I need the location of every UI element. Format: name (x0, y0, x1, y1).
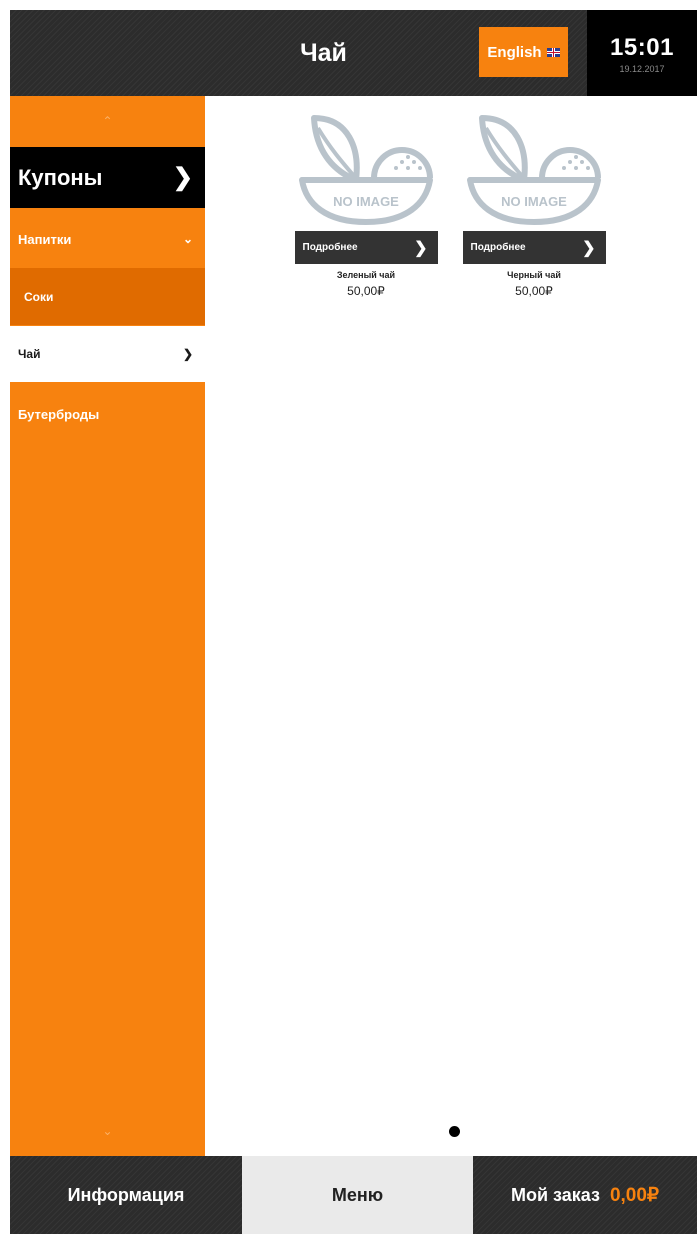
sidebar-scroll-up[interactable]: ⌃ (10, 96, 205, 146)
sidebar-scroll-down[interactable]: ⌄ (10, 1106, 205, 1156)
pagination-dot[interactable] (449, 1126, 460, 1137)
category-sidebar: ⌃ Купоны ❯ Напитки ⌄ Соки Чай ❯ Бутербро… (10, 96, 205, 1156)
sidebar-item-drinks[interactable]: Напитки ⌄ (10, 210, 205, 268)
chevron-right-icon: ❯ (172, 164, 193, 191)
tab-information[interactable]: Информация (10, 1156, 242, 1234)
sidebar-item-sandwiches[interactable]: Бутерброды (10, 386, 205, 442)
sidebar-item-coupons[interactable]: Купоны ❯ (10, 147, 205, 208)
details-label: Подробнее (470, 242, 526, 253)
header-bar: Чай English 15:01 19.12.2017 (10, 10, 697, 96)
chevron-right-icon: ❯ (182, 347, 193, 361)
no-image-text: NO IMAGE (501, 194, 567, 209)
product-name: Черный чай (507, 270, 561, 280)
language-label: English (487, 43, 542, 61)
product-card[interactable]: NO IMAGE Подробнее ❯ Зеленый чай 50,00₽ (292, 110, 440, 298)
details-button[interactable]: Подробнее ❯ (294, 231, 438, 264)
language-button[interactable]: English (479, 27, 568, 77)
clock-date: 19.12.2017 (619, 64, 665, 74)
order-total: 0,00₽ (609, 1184, 660, 1206)
sidebar-item-label: Напитки (18, 231, 72, 247)
chevron-down-icon: ⌄ (102, 1124, 113, 1138)
uk-flag-icon (546, 47, 560, 57)
sidebar-item-tea[interactable]: Чай ❯ (10, 326, 205, 382)
clock: 15:01 19.12.2017 (587, 10, 697, 96)
sidebar-item-juices[interactable]: Соки (10, 268, 205, 325)
product-price: 50,00₽ (515, 284, 553, 298)
product-price: 50,00₽ (347, 284, 385, 298)
sidebar-item-label: Соки (24, 289, 54, 304)
chevron-right-icon: ❯ (414, 239, 428, 257)
tab-menu[interactable]: Меню (242, 1156, 473, 1234)
chevron-right-icon: ❯ (582, 239, 596, 257)
tab-label: Информация (67, 1184, 185, 1205)
footer-bar: Информация Меню Мой заказ 0,00₽ (10, 1156, 697, 1234)
page-title: Чай (300, 38, 347, 67)
tab-label: Мой заказ (510, 1184, 600, 1205)
details-label: Подробнее (302, 242, 358, 253)
sidebar-item-label: Чай (18, 347, 41, 361)
product-card[interactable]: NO IMAGE Подробнее ❯ Черный чай 50,00₽ (460, 110, 608, 298)
chevron-up-icon: ⌃ (102, 114, 113, 128)
product-name: Зеленый чай (336, 270, 396, 280)
tab-label: Меню (331, 1184, 384, 1205)
no-image-text: NO IMAGE (333, 194, 399, 209)
tab-my-order[interactable]: Мой заказ 0,00₽ (473, 1156, 697, 1234)
sidebar-item-label: Купоны (18, 164, 103, 190)
details-button[interactable]: Подробнее ❯ (462, 231, 606, 264)
sidebar-item-label: Бутерброды (18, 406, 100, 422)
clock-time: 15:01 (610, 34, 674, 61)
no-image-placeholder-icon: NO IMAGE (299, 115, 433, 225)
no-image-placeholder-icon: NO IMAGE (467, 115, 601, 225)
chevron-down-icon: ⌄ (182, 232, 193, 246)
